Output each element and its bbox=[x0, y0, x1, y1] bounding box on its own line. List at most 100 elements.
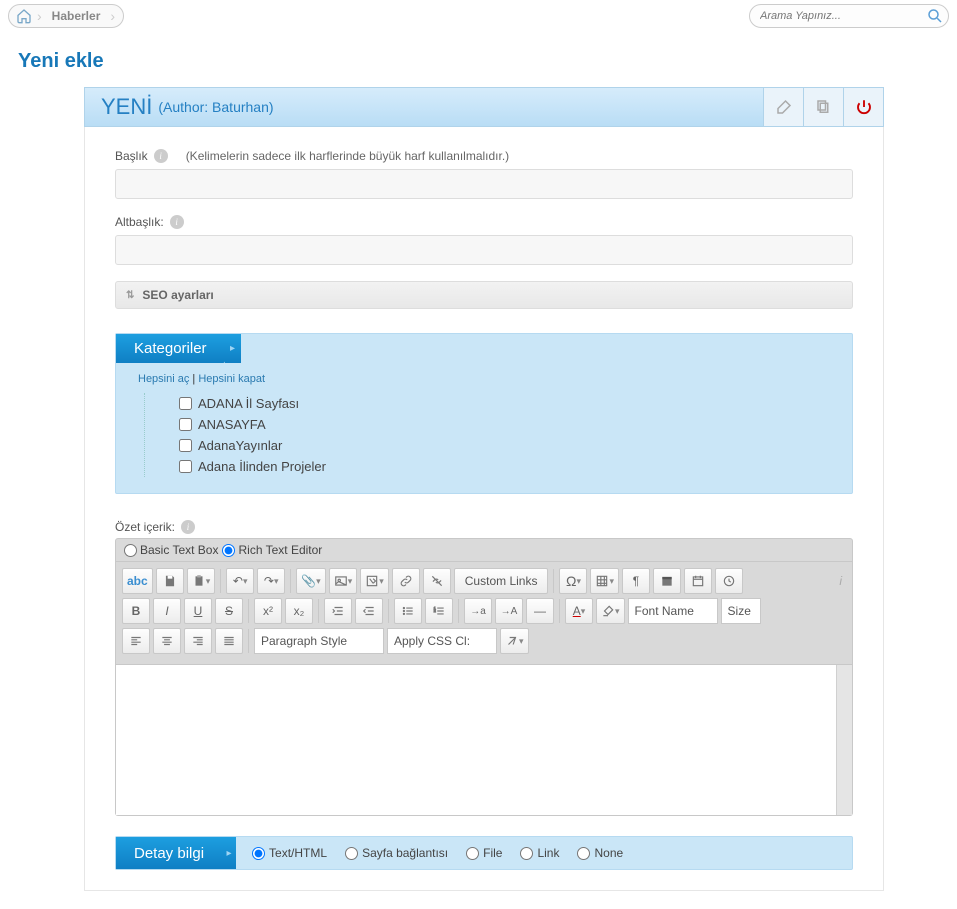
font-size-select[interactable] bbox=[721, 598, 761, 624]
pilcrow-icon[interactable]: ¶ bbox=[622, 568, 650, 594]
page-title: Yeni ekle bbox=[0, 32, 957, 87]
panel-title: YENİ bbox=[101, 94, 152, 120]
link-icon[interactable] bbox=[392, 568, 420, 594]
separator bbox=[458, 599, 459, 623]
image-icon[interactable] bbox=[329, 568, 358, 594]
detail-option-page[interactable]: Sayfa bağlantısı bbox=[345, 846, 448, 860]
chevron-right-icon: › bbox=[37, 8, 42, 24]
detail-info-header[interactable]: Detay bilgi bbox=[116, 837, 222, 869]
font-name-select[interactable] bbox=[628, 598, 718, 624]
detail-option-link[interactable]: Link bbox=[520, 846, 559, 860]
mode-basic-radio[interactable]: Basic Text Box bbox=[124, 543, 218, 557]
power-icon[interactable] bbox=[843, 88, 883, 126]
copy-icon[interactable] bbox=[803, 88, 843, 126]
title-label: Başlık bbox=[115, 149, 148, 163]
summary-textarea[interactable] bbox=[116, 665, 836, 815]
panel-header: YENİ (Author: Baturhan) bbox=[84, 87, 884, 127]
subtitle-input[interactable] bbox=[115, 235, 853, 265]
seo-settings-toggle[interactable]: ⇅ SEO ayarları bbox=[115, 281, 853, 309]
subtitle-label: Altbaşlık: bbox=[115, 215, 164, 229]
unordered-list-icon[interactable] bbox=[394, 598, 422, 624]
seo-label: SEO ayarları bbox=[142, 288, 213, 302]
category-tree: ADANA İl Sayfası ANASAYFA AdanaYayınlar … bbox=[144, 393, 852, 477]
categories-header[interactable]: Kategoriler bbox=[116, 334, 225, 363]
info-icon[interactable]: i bbox=[181, 520, 195, 534]
panel-subtitle: (Author: Baturhan) bbox=[158, 99, 273, 115]
category-checkbox[interactable] bbox=[179, 439, 192, 452]
spellcheck-icon[interactable]: abc bbox=[122, 568, 153, 594]
paste-icon[interactable] bbox=[187, 568, 216, 594]
separator bbox=[318, 599, 319, 623]
date-icon[interactable] bbox=[684, 568, 712, 594]
category-checkbox[interactable] bbox=[179, 397, 192, 410]
indent-icon[interactable] bbox=[324, 598, 352, 624]
clear-format-icon[interactable] bbox=[500, 628, 529, 654]
save-icon[interactable] bbox=[156, 568, 184, 594]
lowercase-icon[interactable]: →a bbox=[464, 598, 492, 624]
outdent-icon[interactable] bbox=[355, 598, 383, 624]
bold-icon[interactable]: B bbox=[122, 598, 150, 624]
detail-option-texthtml[interactable]: Text/HTML bbox=[252, 846, 327, 860]
detail-option-none[interactable]: None bbox=[577, 846, 623, 860]
scrollbar[interactable] bbox=[836, 665, 852, 815]
title-input[interactable] bbox=[115, 169, 853, 199]
detail-info-bar: Detay bilgi Text/HTML Sayfa bağlantısı F… bbox=[115, 836, 853, 870]
underline-icon[interactable]: U bbox=[184, 598, 212, 624]
category-checkbox[interactable] bbox=[179, 460, 192, 473]
search-box[interactable] bbox=[749, 4, 949, 28]
category-checkbox[interactable] bbox=[179, 418, 192, 431]
redo-icon[interactable]: ↷ bbox=[257, 568, 285, 594]
align-right-icon[interactable] bbox=[184, 628, 212, 654]
separator bbox=[248, 599, 249, 623]
paragraph-style-select[interactable] bbox=[254, 628, 384, 654]
edit-icon[interactable] bbox=[763, 88, 803, 126]
align-center-icon[interactable] bbox=[153, 628, 181, 654]
edit-html-icon[interactable] bbox=[360, 568, 389, 594]
subscript-icon[interactable]: x₂ bbox=[285, 598, 313, 624]
align-left-icon[interactable] bbox=[122, 628, 150, 654]
category-item[interactable]: AdanaYayınlar bbox=[179, 435, 830, 456]
unlink-icon[interactable] bbox=[423, 568, 451, 594]
editor-toolbar: abc ↶ ↷ 📎 Custom Links Ω ¶ bbox=[115, 562, 853, 665]
breadcrumb-item[interactable]: Haberler bbox=[46, 9, 107, 23]
special-char-icon[interactable]: Ω bbox=[559, 568, 587, 594]
separator bbox=[290, 569, 291, 593]
home-icon[interactable] bbox=[15, 7, 33, 25]
search-input[interactable] bbox=[760, 10, 926, 22]
search-icon[interactable] bbox=[926, 7, 944, 25]
category-item[interactable]: ANASAYFA bbox=[179, 414, 830, 435]
custom-links-button[interactable]: Custom Links bbox=[454, 568, 549, 594]
apply-css-select[interactable] bbox=[387, 628, 497, 654]
superscript-icon[interactable]: x² bbox=[254, 598, 282, 624]
detail-option-file[interactable]: File bbox=[466, 846, 502, 860]
summary-editor-section: Özet içerik: i Basic Text Box Rich Text … bbox=[115, 520, 853, 816]
separator bbox=[559, 599, 560, 623]
info-icon[interactable]: i bbox=[170, 215, 184, 229]
info-icon[interactable]: i bbox=[839, 574, 846, 588]
strikethrough-icon[interactable]: S bbox=[215, 598, 243, 624]
calendar-icon[interactable] bbox=[653, 568, 681, 594]
hr-icon[interactable]: — bbox=[526, 598, 554, 624]
editor-mode-row: Basic Text Box Rich Text Editor bbox=[115, 538, 853, 562]
attachment-icon[interactable]: 📎 bbox=[296, 568, 325, 594]
ordered-list-icon[interactable]: 12 bbox=[425, 598, 453, 624]
italic-icon[interactable]: I bbox=[153, 598, 181, 624]
undo-icon[interactable]: ↶ bbox=[226, 568, 254, 594]
uppercase-icon[interactable]: →A bbox=[495, 598, 523, 624]
main-panel: YENİ (Author: Baturhan) Başlık i (Kelime… bbox=[84, 87, 884, 891]
table-icon[interactable] bbox=[590, 568, 619, 594]
category-item[interactable]: ADANA İl Sayfası bbox=[179, 393, 830, 414]
chevron-down-icon: ⇅ bbox=[126, 290, 134, 301]
mode-rich-radio[interactable]: Rich Text Editor bbox=[222, 543, 322, 557]
summary-label: Özet içerik: bbox=[115, 520, 175, 534]
collapse-all-link[interactable]: Hepsini kapat bbox=[198, 373, 265, 385]
font-color-icon[interactable]: A bbox=[565, 598, 593, 624]
align-justify-icon[interactable] bbox=[215, 628, 243, 654]
svg-text:2: 2 bbox=[434, 609, 436, 613]
info-icon[interactable]: i bbox=[154, 149, 168, 163]
category-item[interactable]: Adana İlinden Projeler bbox=[179, 456, 830, 477]
categories-box: Kategoriler Hepsini aç | Hepsini kapat A… bbox=[115, 333, 853, 494]
clock-icon[interactable] bbox=[715, 568, 743, 594]
expand-all-link[interactable]: Hepsini aç bbox=[138, 373, 189, 385]
highlight-icon[interactable] bbox=[596, 598, 625, 624]
